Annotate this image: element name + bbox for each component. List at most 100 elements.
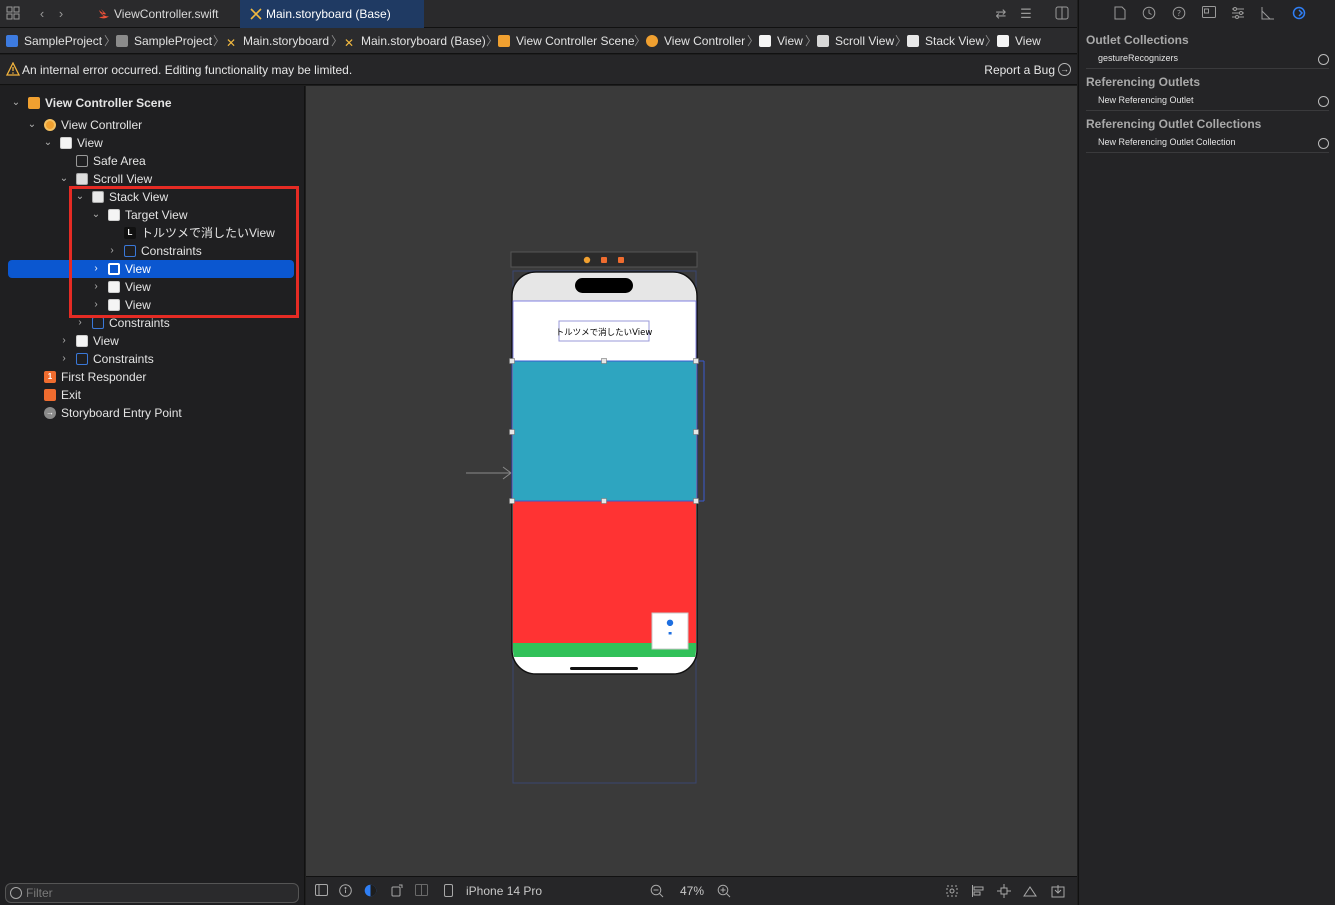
warning-icon <box>6 62 20 76</box>
connection-circle-icon[interactable] <box>1318 96 1329 107</box>
safe-area-icon <box>76 155 88 167</box>
breadcrumb-stack-view[interactable]: Stack View <box>907 28 984 54</box>
add-constraints-icon[interactable] <box>997 884 1011 898</box>
breadcrumb-storyboard[interactable]: ✕ Main.storyboard <box>225 28 329 54</box>
zoom-in-icon[interactable] <box>717 884 731 898</box>
connections-inspector-icon[interactable] <box>1291 6 1307 22</box>
tab-main-storyboard[interactable]: Main.storyboard (Base) <box>240 0 424 28</box>
outline-row-root-view[interactable]: ⌄ View <box>0 134 300 152</box>
breadcrumb-view[interactable]: View <box>759 28 803 54</box>
scene-icon <box>28 97 40 109</box>
align-icon[interactable] <box>971 884 985 898</box>
chevron-right-icon: 〉 <box>486 34 499 48</box>
editor-options-icon[interactable]: ☰ <box>1018 6 1034 22</box>
svg-text:?: ? <box>1177 9 1181 18</box>
chevron-right-icon: 〉 <box>331 34 344 48</box>
outline-row-first-responder[interactable]: 1 First Responder <box>0 368 300 386</box>
tab-viewcontroller-swift[interactable]: ViewController.swift <box>88 0 240 28</box>
embed-in-icon[interactable] <box>1051 884 1065 898</box>
zoom-out-icon[interactable] <box>650 884 664 898</box>
update-frames-icon[interactable] <box>945 884 959 898</box>
outline-row-view-controller[interactable]: ⌄ View Controller <box>0 116 300 134</box>
outline-row-exit[interactable]: Exit <box>0 386 300 404</box>
storyboard-canvas[interactable]: トルツメで消したいView <box>306 86 1077 876</box>
chevron-down-icon[interactable]: ⌄ <box>42 134 54 152</box>
breadcrumb-scroll-view[interactable]: Scroll View <box>817 28 894 54</box>
history-inspector-icon[interactable] <box>1141 6 1157 22</box>
identity-inspector-icon[interactable] <box>1201 6 1217 22</box>
file-inspector-icon[interactable] <box>1112 6 1128 22</box>
storyboard-icon: ✕ <box>343 36 355 50</box>
chevron-down-icon[interactable]: ⌄ <box>10 94 22 112</box>
breadcrumb-view-controller[interactable]: View Controller <box>646 28 745 54</box>
breadcrumb-storyboard-base[interactable]: ✕ Main.storyboard (Base) <box>343 28 486 54</box>
folder-icon <box>116 35 128 47</box>
breadcrumb-scene[interactable]: View Controller Scene <box>498 28 635 54</box>
device-name[interactable]: iPhone 14 Pro <box>466 877 542 905</box>
sidebar-toggle-icon[interactable] <box>314 884 328 898</box>
forward-icon[interactable]: › <box>53 6 69 22</box>
tab-label: ViewController.swift <box>114 7 219 21</box>
scene-dock-exit-icon[interactable] <box>618 257 624 263</box>
outline-row-constraints-root[interactable]: › Constraints <box>0 350 300 368</box>
filter-input[interactable] <box>26 885 286 901</box>
chevron-right-icon: 〉 <box>805 34 818 48</box>
breadcrumb-label: View <box>1015 34 1041 48</box>
breadcrumb-project[interactable]: SampleProject <box>6 28 102 54</box>
outline-label: First Responder <box>61 370 147 384</box>
filter-field[interactable] <box>5 883 299 903</box>
chevron-right-icon: 〉 <box>747 34 760 48</box>
breadcrumb-label: Main.storyboard (Base) <box>361 34 486 48</box>
attributes-inspector-icon[interactable] <box>1230 6 1246 22</box>
chevron-right-icon: 〉 <box>895 34 908 48</box>
home-indicator <box>570 667 638 670</box>
layout-split-icon[interactable] <box>414 884 428 898</box>
outline-row-view-4[interactable]: › View <box>0 332 300 350</box>
outlet-new-referencing-collection[interactable]: New Referencing Outlet Collection <box>1086 135 1329 153</box>
report-bug-button[interactable]: Report a Bug <box>984 55 1055 85</box>
device-icon[interactable] <box>441 884 455 898</box>
view-icon <box>759 35 771 47</box>
scene-dock-vc-icon[interactable] <box>583 256 591 264</box>
outlet-label: New Referencing Outlet Collection <box>1098 137 1236 147</box>
outline-label: Exit <box>61 388 82 402</box>
floating-button[interactable] <box>651 612 689 650</box>
outline-row-safe-area[interactable]: Safe Area <box>0 152 300 170</box>
chevron-right-icon[interactable]: › <box>58 332 70 350</box>
chevron-right-icon: 〉 <box>213 34 226 48</box>
outlet-gesture-recognizers[interactable]: gestureRecognizers <box>1086 51 1329 69</box>
chevron-down-icon[interactable]: ⌄ <box>26 116 38 134</box>
outline-label: Constraints <box>93 352 154 366</box>
lightbulb-base <box>668 632 672 635</box>
arrow-right-circle-icon[interactable]: → <box>1058 63 1071 76</box>
breadcrumb-folder[interactable]: SampleProject <box>116 28 212 54</box>
zoom-level[interactable]: 47% <box>680 877 704 905</box>
breadcrumb-label: View Controller <box>664 34 746 48</box>
chevron-right-icon[interactable]: › <box>58 350 70 368</box>
connection-circle-icon[interactable] <box>1318 54 1329 65</box>
orientation-icon[interactable] <box>390 884 404 898</box>
outline-label: Safe Area <box>93 154 146 168</box>
chevron-right-icon: 〉 <box>104 34 117 48</box>
warning-bar: An internal error occurred. Editing func… <box>0 55 1077 85</box>
outlet-label: New Referencing Outlet <box>1098 95 1194 105</box>
accessibility-icon[interactable] <box>338 884 352 898</box>
add-editor-icon[interactable] <box>1054 6 1070 22</box>
scroll-view-icon <box>817 35 829 47</box>
breadcrumb-label: Scroll View <box>835 34 895 48</box>
teal-view[interactable] <box>513 361 696 501</box>
help-inspector-icon[interactable]: ? <box>1171 6 1187 22</box>
grid-icon[interactable] <box>5 6 21 22</box>
connection-circle-icon[interactable] <box>1318 138 1329 149</box>
outline-row-entry-point[interactable]: → Storyboard Entry Point <box>0 404 300 422</box>
first-responder-icon: 1 <box>44 371 56 383</box>
outlet-new-referencing[interactable]: New Referencing Outlet <box>1086 93 1329 111</box>
appearance-icon[interactable] <box>363 884 377 898</box>
swap-icon[interactable]: ⇄ <box>993 6 1009 22</box>
scene-dock-first-responder-icon[interactable] <box>601 257 607 263</box>
back-icon[interactable]: ‹ <box>34 6 50 22</box>
breadcrumb-view-current[interactable]: View <box>997 28 1041 54</box>
size-inspector-icon[interactable] <box>1260 6 1276 22</box>
resolve-issues-icon[interactable] <box>1023 884 1037 898</box>
outline-row-scene[interactable]: ⌄ View Controller Scene <box>0 94 300 112</box>
